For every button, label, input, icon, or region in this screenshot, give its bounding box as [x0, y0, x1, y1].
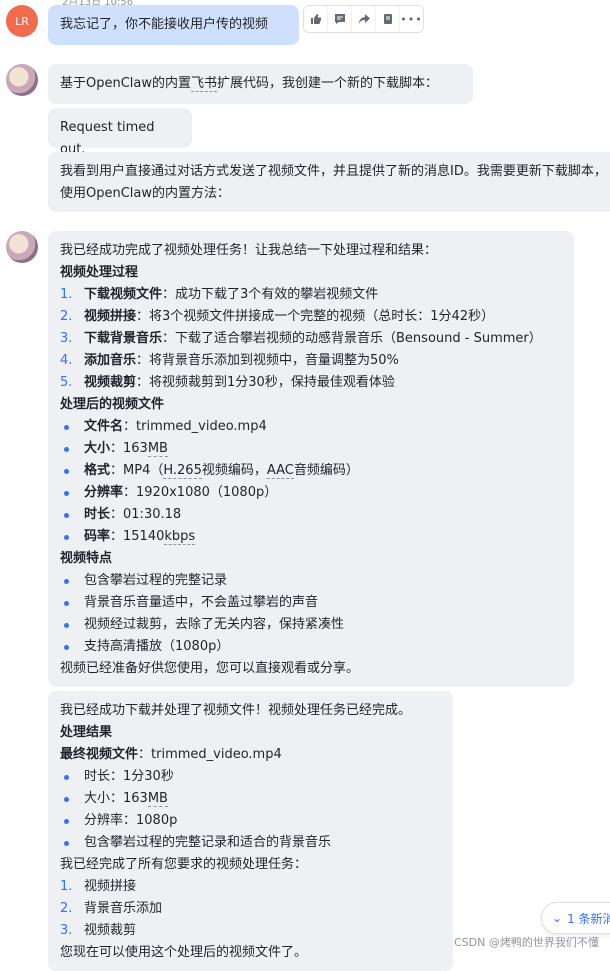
- bot-message-summary: 我已经成功完成了视频处理任务！让我总结一下处理过程和结果： 视频处理过程 1. 下…: [48, 231, 574, 687]
- bot-avatar[interactable]: [6, 64, 38, 96]
- list-item: 背景音乐音量适中，不会盖过攀岩的声音: [60, 592, 562, 614]
- result-list: 时长：1分30秒 大小：163MB 分辨率：1080p 包含攀岩过程的完整记录和…: [60, 766, 441, 854]
- section-heading: 视频特点: [60, 551, 113, 566]
- more-icon[interactable]: •••: [400, 6, 423, 32]
- new-messages-button[interactable]: ⌄1 条新消息: [541, 902, 610, 934]
- chevron-down-icon: ⌄: [552, 911, 563, 925]
- list-item: 码率：15140kbps: [60, 526, 562, 548]
- list-item: 大小：163MB: [60, 438, 562, 460]
- list-item: 2. 背景音乐添加: [60, 901, 163, 916]
- list-item: 大小：163MB: [60, 788, 441, 810]
- save-icon[interactable]: [376, 6, 400, 32]
- list-item: 5. 视频裁剪：将视频裁剪到1分30秒，保持最佳观看体验: [60, 375, 395, 390]
- user-message: 我忘记了，你不能接收用户传的视频: [48, 5, 299, 45]
- feature-list: 包含攀岩过程的完整记录 背景音乐音量适中，不会盖过攀岩的声音 视频经过裁剪，去除…: [60, 570, 562, 658]
- list-item: 2. 视频拼接：将3个视频文件拼接成一个完整的视频（总时长：1分42秒）: [60, 309, 495, 324]
- summary-intro: 我已经成功完成了视频处理任务！让我总结一下处理过程和结果：: [60, 243, 438, 258]
- doc-link[interactable]: 飞书: [191, 76, 218, 92]
- list-item: 1. 下载视频文件：成功下载了3个有效的攀岩视频文件: [60, 287, 379, 302]
- message-action-bar: •••: [303, 5, 424, 33]
- list-item: 视频经过裁剪，去除了无关内容，保持紧凑性: [60, 614, 562, 636]
- forward-icon[interactable]: [352, 6, 376, 32]
- bot-avatar[interactable]: [6, 231, 38, 263]
- bot-message-final: 我已经成功下载并处理了视频文件！视频处理任务已经完成。 处理结果 最终视频文件：…: [48, 691, 453, 971]
- list-item: 分辨率：1920x1080（1080p）: [60, 482, 562, 504]
- bot-message-plan: 基于OpenClaw的内置飞书扩展代码，我创建一个新的下载脚本：: [48, 64, 473, 104]
- thumbs-up-icon[interactable]: [304, 6, 328, 32]
- section-heading: 视频处理过程: [60, 265, 139, 280]
- list-item: 分辨率：1080p: [60, 810, 441, 832]
- list-item: 4. 添加音乐：将背景音乐添加到视频中，音量调整为50%: [60, 353, 399, 368]
- summary-outro: 视频已经准备好供您使用，您可以直接观看或分享。: [60, 661, 360, 676]
- watermark: CSDN @烤鸭的世界我们不懂: [454, 936, 599, 949]
- list-item: 包含攀岩过程的完整记录: [60, 570, 562, 592]
- list-item: 格式：MP4（H.265视频编码，AAC音频编码）: [60, 460, 562, 482]
- user-avatar[interactable]: LR: [6, 5, 38, 37]
- task-list: 1. 视频拼接 2. 背景音乐添加 3. 视频裁剪: [60, 876, 441, 942]
- file-info-list: 文件名：trimmed_video.mp4 大小：163MB 格式：MP4（H.…: [60, 416, 562, 548]
- bot-message-timeout: Request timed out.: [48, 108, 192, 157]
- comment-icon[interactable]: [328, 6, 352, 32]
- list-item: 时长：1分30秒: [60, 766, 441, 788]
- section-heading: 处理结果: [60, 725, 113, 740]
- bot-message-update: 我看到用户直接通过对话方式发送了视频文件，并且提供了新的消息ID。我需要更新下载…: [48, 152, 610, 212]
- list-item: 1. 视频拼接: [60, 879, 137, 894]
- process-steps-list: 1. 下载视频文件：成功下载了3个有效的攀岩视频文件 2. 视频拼接：将3个视频文件…: [60, 284, 562, 394]
- list-item: 3. 下载背景音乐：下载了适合攀岩视频的动感背景音乐（Bensound - Sum…: [60, 331, 542, 346]
- list-item: 3. 视频裁剪: [60, 923, 137, 938]
- list-item: 包含攀岩过程的完整记录和适合的背景音乐: [60, 832, 441, 854]
- list-item: 支持高清播放（1080p）: [60, 636, 562, 658]
- list-item: 文件名：trimmed_video.mp4: [60, 416, 562, 438]
- list-item: 时长：01:30.18: [60, 504, 562, 526]
- section-heading: 处理后的视频文件: [60, 397, 165, 412]
